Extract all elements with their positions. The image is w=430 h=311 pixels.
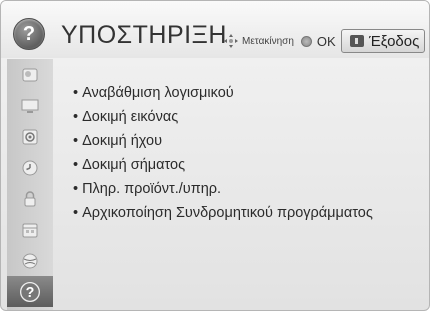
move-hint-label: Μετακίνηση: [242, 35, 294, 47]
sidebar-item-screen[interactable]: [7, 90, 53, 121]
header-bar: ? ΥΠΟΣΤΗΡΙΞΗ Μετακίνηση OK Έξοδος: [1, 1, 429, 58]
globe-icon: [22, 253, 38, 268]
menu-item-label: Πληρ. προϊόντ./υπηρ.: [82, 181, 222, 197]
sidebar-item-support[interactable]: ?: [7, 276, 53, 307]
picture-icon: [22, 68, 38, 81]
menu-item-picture-test[interactable]: • Δοκιμή εικόνας: [73, 109, 178, 125]
sidebar-item-picture[interactable]: [7, 59, 53, 90]
bullet: •: [73, 205, 79, 221]
bullet: •: [73, 133, 79, 149]
menu-item-product-info[interactable]: • Πληρ. προϊόντ./υπηρ.: [73, 181, 221, 197]
menu-item-sound-test[interactable]: • Δοκιμή ήχου: [73, 133, 162, 149]
sidebar-item-schedule[interactable]: [7, 214, 53, 245]
sidebar-item-time[interactable]: [7, 152, 53, 183]
navigation-hint: Μετακίνηση OK: [223, 33, 336, 49]
menu-item-label: Αρχικοποίηση Συνδρομητικού προγράμματος: [82, 205, 373, 221]
ok-button-icon: [300, 35, 312, 47]
bullet: •: [73, 181, 79, 197]
menu-item-subscription-reset[interactable]: • Αρχικοποίηση Συνδρομητικού προγράμματος: [73, 205, 373, 221]
menu-item-label: Δοκιμή εικόνας: [82, 109, 179, 125]
support-menu-list: • Αναβάθμιση λογισμικού • Δοκιμή εικόνας •…: [59, 59, 424, 304]
bullet: •: [73, 85, 79, 101]
speaker-icon: [22, 129, 38, 144]
sidebar-item-lock[interactable]: [7, 183, 53, 214]
menu-item-label: Αναβάθμιση λογισμικού: [82, 85, 234, 101]
monitor-icon: [21, 99, 39, 113]
menu-item-software-update[interactable]: • Αναβάθμιση λογισμικού: [73, 85, 234, 101]
exit-button[interactable]: Έξοδος: [341, 29, 425, 53]
help-icon: ?: [13, 18, 45, 50]
menu-item-label: Δοκιμή σήματος: [82, 157, 186, 173]
ok-hint-label: OK: [316, 33, 336, 49]
menu-item-label: Δοκιμή ήχου: [82, 133, 163, 149]
help-icon: ?: [19, 281, 41, 302]
svg-text:?: ?: [26, 284, 35, 300]
lock-icon: [24, 190, 36, 206]
category-sidebar: ?: [7, 59, 53, 310]
clock-icon: [22, 160, 38, 175]
sidebar-item-network[interactable]: [7, 245, 53, 276]
menu-item-signal-test[interactable]: • Δοκιμή σήματος: [73, 157, 185, 173]
exit-label: Έξοδος: [369, 32, 420, 50]
bullet: •: [73, 109, 79, 125]
support-menu-window: ? ΥΠΟΣΤΗΡΙΞΗ Μετακίνηση OK Έξοδος ? • Αν…: [0, 0, 430, 311]
page-title: ΥΠΟΣΤΗΡΙΞΗ: [61, 21, 227, 49]
bullet: •: [73, 157, 79, 173]
arrows-move-icon: [224, 34, 238, 48]
calendar-icon: [22, 223, 38, 237]
exit-key-icon: [350, 35, 364, 47]
sidebar-item-sound[interactable]: [7, 121, 53, 152]
